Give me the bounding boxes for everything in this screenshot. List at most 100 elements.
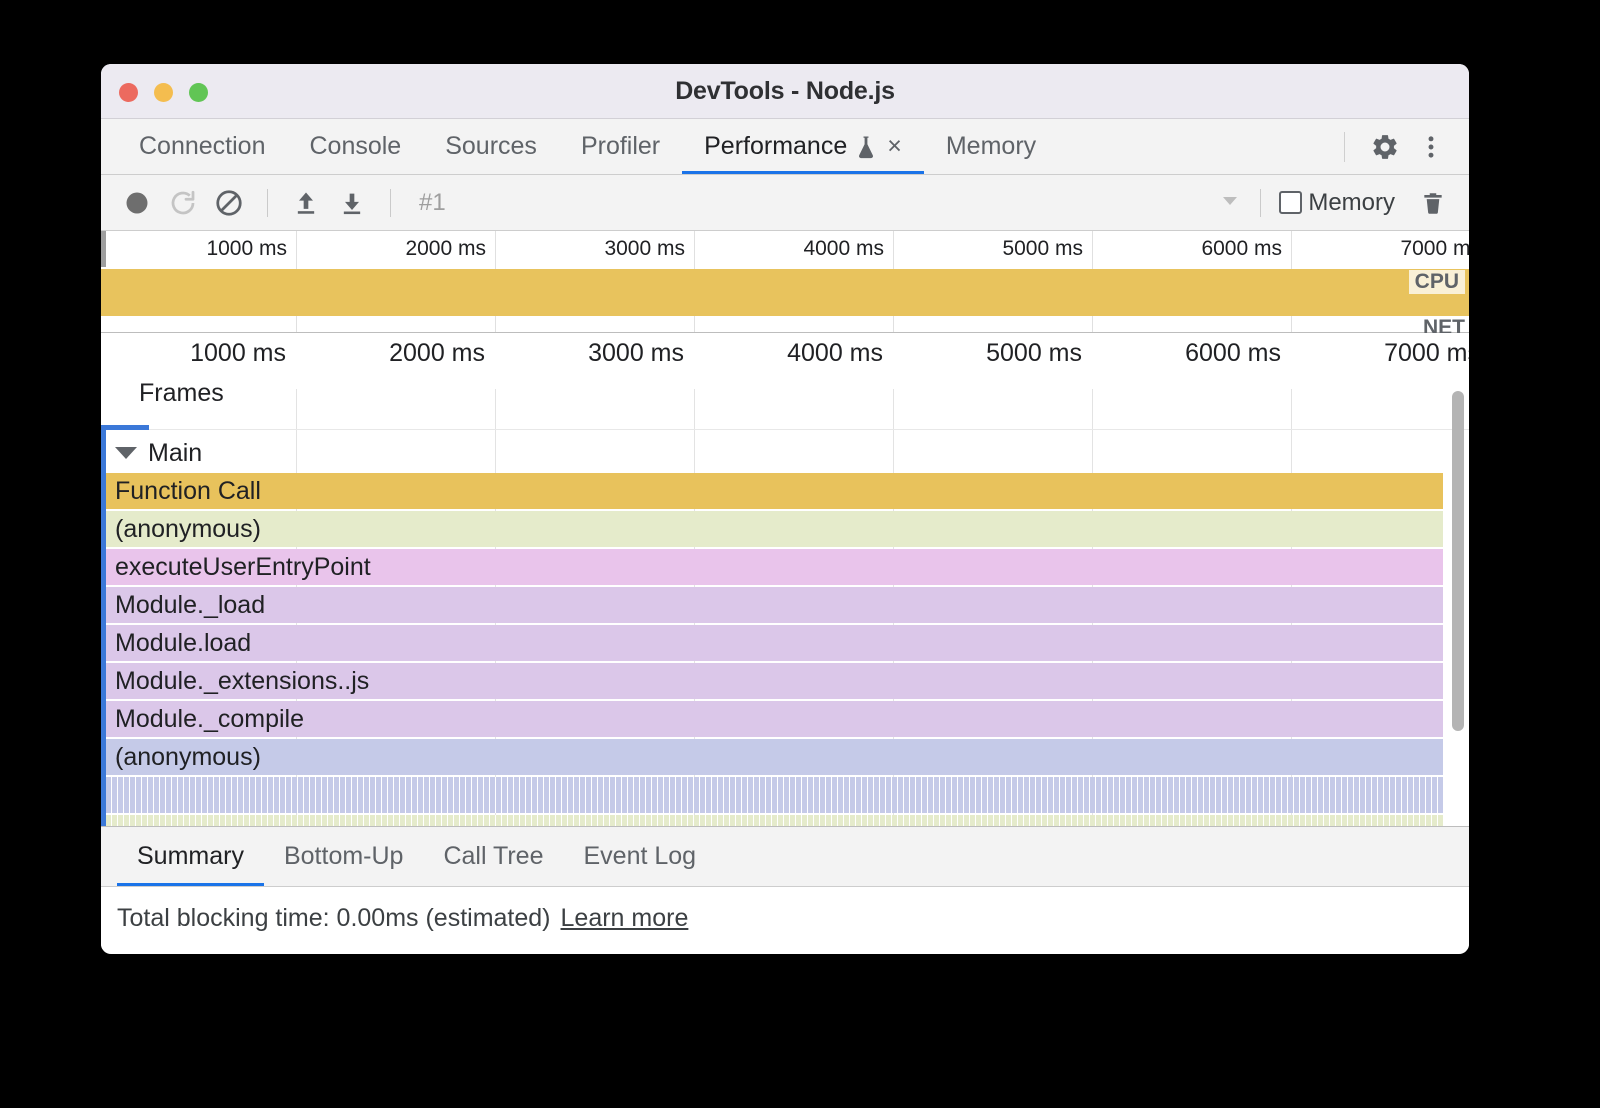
ruler-tick-label: 7000 ms bbox=[1384, 339, 1469, 368]
ruler-tick-label: 4000 ms bbox=[787, 339, 893, 368]
ruler-tick-label: 6000 ms bbox=[1201, 237, 1291, 261]
scrollbar-thumb[interactable] bbox=[1452, 391, 1464, 731]
flame-chart-bar[interactable]: executeUserEntryPoint bbox=[106, 549, 1443, 585]
traffic-lights bbox=[119, 83, 208, 102]
trash-icon[interactable] bbox=[1413, 183, 1453, 223]
flame-chart-bar-label: (anonymous) bbox=[106, 743, 261, 772]
frames-track-label: Frames bbox=[139, 379, 224, 408]
clear-icon[interactable] bbox=[209, 183, 249, 223]
memory-label: Memory bbox=[1308, 189, 1395, 217]
tab-label: Sources bbox=[445, 132, 537, 161]
record-icon[interactable] bbox=[117, 183, 157, 223]
memory-checkbox[interactable] bbox=[1279, 191, 1302, 214]
learn-more-link[interactable]: Learn more bbox=[561, 904, 689, 933]
tab-label: Profiler bbox=[581, 132, 660, 161]
experiment-flask-icon bbox=[856, 135, 876, 159]
chevron-down-icon[interactable] bbox=[115, 447, 137, 459]
flame-chart-bar-label: executeUserEntryPoint bbox=[106, 553, 371, 582]
ruler-tick-label: 5000 ms bbox=[986, 339, 1092, 368]
summary-status-bar: Total blocking time: 0.00ms (estimated) … bbox=[101, 887, 1469, 949]
tab-label: Console bbox=[309, 132, 401, 161]
overview-window-handle-left[interactable] bbox=[101, 231, 106, 267]
cpu-activity-band: CPU bbox=[101, 269, 1469, 316]
gear-icon[interactable] bbox=[1365, 127, 1405, 167]
cpu-track-label: CPU bbox=[1409, 270, 1465, 294]
ruler-tick-label: 1000 ms bbox=[190, 339, 296, 368]
flame-chart-bar-group[interactable] bbox=[106, 777, 1443, 813]
flame-chart-bar-label: Module._extensions..js bbox=[106, 667, 369, 696]
flame-chart-ruler: 1000 ms 2000 ms 3000 ms 4000 ms 5000 ms 6000 … bbox=[101, 333, 1469, 389]
tab-summary[interactable]: Summary bbox=[117, 827, 264, 886]
tab-label: Call Tree bbox=[443, 842, 543, 871]
tab-label: Memory bbox=[946, 132, 1036, 161]
flame-chart-bar-label: (anonymous) bbox=[106, 515, 261, 544]
main-track-marker-cap bbox=[101, 425, 149, 430]
close-tab-icon[interactable]: × bbox=[887, 134, 902, 159]
ruler-tick-label: 2000 ms bbox=[405, 237, 495, 261]
divider bbox=[1260, 189, 1261, 217]
tab-event-log[interactable]: Event Log bbox=[564, 827, 717, 886]
ruler-tick-label: 6000 ms bbox=[1185, 339, 1291, 368]
flame-chart-bar-label: Module._load bbox=[106, 591, 265, 620]
maximize-window-button[interactable] bbox=[189, 83, 208, 102]
chevron-down-icon[interactable] bbox=[1218, 188, 1242, 217]
tab-label: Summary bbox=[137, 842, 244, 871]
minimize-window-button[interactable] bbox=[154, 83, 173, 102]
flame-chart-bar[interactable]: Module._compile bbox=[106, 701, 1443, 737]
window-title: DevTools - Node.js bbox=[101, 77, 1469, 106]
flame-chart-bar[interactable]: Module.load bbox=[106, 625, 1443, 661]
ruler-tick-label: 5000 ms bbox=[1002, 237, 1092, 261]
divider bbox=[267, 189, 268, 217]
upload-icon[interactable] bbox=[286, 183, 326, 223]
flame-chart-rows: Function Call (anonymous) executeUserEntry… bbox=[106, 473, 1443, 827]
flame-chart-bar-label: Module._compile bbox=[106, 705, 304, 734]
tab-bottom-up[interactable]: Bottom-Up bbox=[264, 827, 423, 886]
flame-chart-bar[interactable]: (anonymous) bbox=[106, 739, 1443, 775]
performance-toolbar: #1 Memory bbox=[101, 175, 1469, 231]
tab-memory[interactable]: Memory bbox=[924, 119, 1058, 174]
flame-chart-bar[interactable]: (anonymous) bbox=[106, 511, 1443, 547]
main-track-label: Main bbox=[148, 439, 202, 468]
divider bbox=[1344, 132, 1345, 162]
ruler-tick-label: 2000 ms bbox=[389, 339, 495, 368]
ruler-tick-label: 7000 ms bbox=[1400, 237, 1469, 261]
total-blocking-time-label: Total blocking time: 0.00ms (estimated) bbox=[117, 904, 551, 933]
ruler-tick-label: 3000 ms bbox=[604, 237, 694, 261]
divider bbox=[101, 429, 1469, 430]
kebab-menu-icon[interactable] bbox=[1411, 127, 1451, 167]
ruler-tick-label: 3000 ms bbox=[588, 339, 694, 368]
close-window-button[interactable] bbox=[119, 83, 138, 102]
capture-index-label: #1 bbox=[419, 189, 446, 217]
tabbar-actions bbox=[1330, 119, 1469, 174]
timeline-overview[interactable]: 1000 ms 2000 ms 3000 ms 4000 ms 5000 ms 6000 … bbox=[101, 231, 1469, 333]
download-icon[interactable] bbox=[332, 183, 372, 223]
flame-chart-scrollbar[interactable] bbox=[1452, 391, 1464, 821]
tab-label: Performance bbox=[704, 132, 847, 161]
net-track: NET bbox=[101, 316, 1469, 332]
tab-label: Event Log bbox=[584, 842, 697, 871]
tab-label: Connection bbox=[139, 132, 265, 161]
panel-tabbar: Connection Console Sources Profiler Perf… bbox=[101, 119, 1469, 175]
reload-icon[interactable] bbox=[163, 183, 203, 223]
flame-chart-bar[interactable]: Module._load bbox=[106, 587, 1443, 623]
tab-sources[interactable]: Sources bbox=[423, 119, 559, 174]
flame-chart-bar-label: Module.load bbox=[106, 629, 251, 658]
flame-chart-bar[interactable]: Function Call bbox=[106, 473, 1443, 509]
ruler-tick-label: 4000 ms bbox=[803, 237, 893, 261]
overview-tracks: CPU NET bbox=[101, 269, 1469, 332]
main-track-header[interactable]: Main bbox=[101, 433, 1469, 473]
flame-chart-bar[interactable]: Module._extensions..js bbox=[106, 663, 1443, 699]
divider bbox=[390, 189, 391, 217]
tab-profiler[interactable]: Profiler bbox=[559, 119, 682, 174]
tab-label: Bottom-Up bbox=[284, 842, 403, 871]
tab-connection[interactable]: Connection bbox=[117, 119, 287, 174]
tab-console[interactable]: Console bbox=[287, 119, 423, 174]
tab-performance[interactable]: Performance × bbox=[682, 119, 924, 174]
ruler-tick-label: 1000 ms bbox=[206, 237, 296, 261]
details-tabbar: Summary Bottom-Up Call Tree Event Log bbox=[101, 827, 1469, 887]
titlebar: DevTools - Node.js bbox=[101, 64, 1469, 119]
tab-call-tree[interactable]: Call Tree bbox=[423, 827, 563, 886]
flame-chart-bar-group[interactable] bbox=[106, 815, 1443, 827]
flame-chart-bar-label: Function Call bbox=[106, 477, 261, 506]
flame-chart-pane[interactable]: 1000 ms 2000 ms 3000 ms 4000 ms 5000 ms 6000 … bbox=[101, 333, 1469, 827]
